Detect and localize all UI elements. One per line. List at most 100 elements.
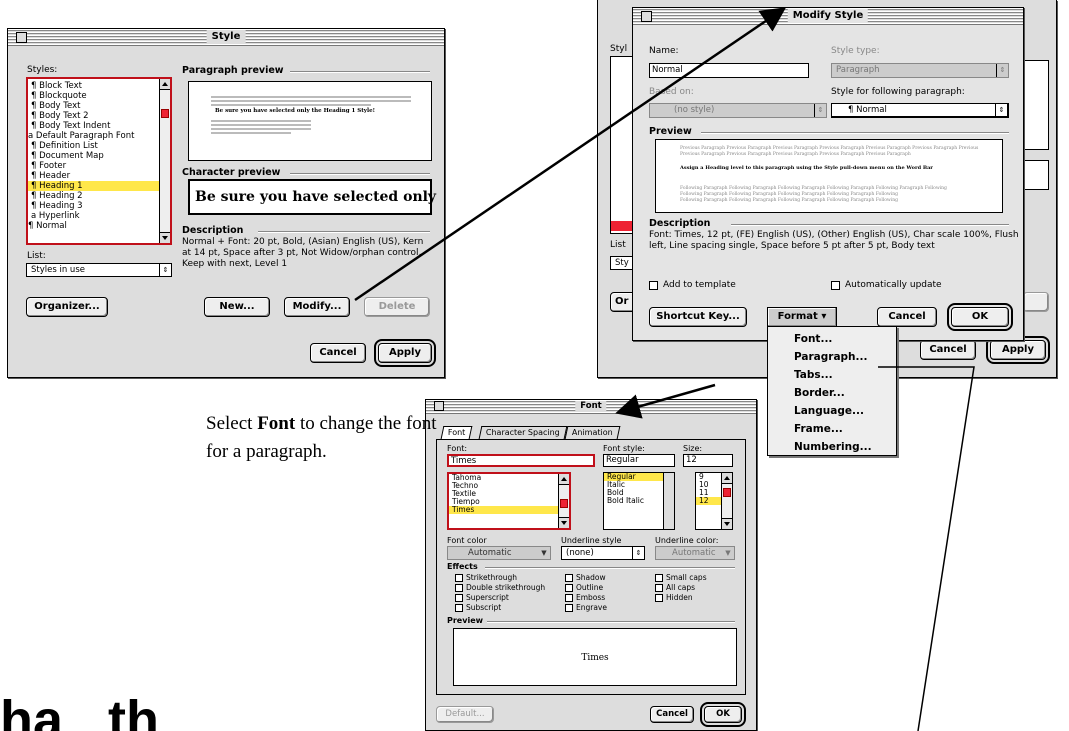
format-menu-item[interactable]: Paragraph... (768, 348, 896, 366)
format-menu-item[interactable]: Tabs... (768, 366, 896, 384)
effect-checkbox[interactable] (565, 604, 573, 612)
font-style-input[interactable]: Regular (603, 454, 675, 467)
scroll-up-arrow-icon[interactable] (160, 79, 170, 90)
size-list[interactable]: 9 10 11 12 (695, 472, 733, 530)
character-preview-text: Be sure you have selected only (195, 189, 437, 205)
style-list-item[interactable]: ¶ Body Text 2 (28, 111, 170, 121)
paragraph-preview-box: Be sure you have selected only the Headi… (188, 81, 432, 161)
style-list-item[interactable]: ¶ Heading 3 (28, 201, 170, 211)
shortcut-key-button[interactable]: Shortcut Key... (649, 307, 747, 327)
modify-ok-button[interactable]: OK (947, 303, 1013, 331)
modify-cancel-button[interactable]: Cancel (877, 307, 937, 327)
tab-animation[interactable]: Animation (564, 426, 621, 439)
scroll-up-arrow-icon[interactable] (559, 474, 569, 485)
font-color-popup[interactable]: Automatic ▼ (447, 546, 551, 560)
add-to-template-checkbox[interactable] (649, 281, 658, 290)
modify-description-label: Description (649, 218, 711, 229)
effect-checkbox[interactable] (655, 584, 663, 592)
effects-grid: Strikethrough Shadow Small caps Double stri… (455, 573, 735, 617)
name-input[interactable]: Normal (649, 63, 809, 78)
based-on-value: (no style) (674, 105, 715, 115)
apply-button[interactable]: Apply (374, 339, 436, 367)
scroll-thumb[interactable] (560, 499, 568, 508)
format-menu-item[interactable]: Font... (768, 330, 896, 348)
font-list[interactable]: Tahoma Techno Textile Tiempo Times (447, 472, 571, 530)
style-list-item[interactable]: ¶ Footer (28, 161, 170, 171)
format-menu-item[interactable]: Language... (768, 402, 896, 420)
style-list-item[interactable]: ¶ Document Map (28, 151, 170, 161)
style-list-item[interactable]: ¶ Blockquote (28, 91, 170, 101)
cancel-button[interactable]: Cancel (310, 343, 366, 363)
organizer-button[interactable]: Organizer... (26, 297, 108, 317)
effect-checkbox[interactable] (455, 574, 463, 582)
style-list-item[interactable]: ¶ Body Text Indent (28, 121, 170, 131)
scroll-up-arrow-icon[interactable] (722, 473, 732, 484)
scroll-down-arrow-icon[interactable] (722, 518, 732, 529)
scroll-thumb[interactable] (723, 488, 731, 497)
effect-checkbox[interactable] (655, 594, 663, 602)
style-list-item[interactable]: ¶ Definition List (28, 141, 170, 151)
close-box-icon[interactable] (641, 11, 652, 22)
based-on-popup[interactable]: (no style) ⇕ (649, 103, 827, 118)
caption-text: Select Font to change the font for a par… (206, 410, 437, 466)
style-list-item[interactable]: a Hyperlink (28, 211, 170, 221)
format-menu-item[interactable]: Frame... (768, 420, 896, 438)
default-button[interactable]: Default... (436, 706, 494, 723)
underline-color-popup[interactable]: Automatic ▼ (655, 546, 735, 560)
close-box-icon[interactable] (16, 32, 27, 43)
new-style-button[interactable]: New... (204, 297, 270, 317)
following-style-popup[interactable]: ¶ Normal ⇕ (831, 103, 1009, 118)
scroll-down-arrow-icon[interactable] (559, 517, 569, 528)
add-to-template-label: Add to template (663, 280, 736, 290)
style-list-item[interactable]: a Default Paragraph Font (28, 131, 170, 141)
font-cancel-button[interactable]: Cancel (650, 706, 694, 723)
underline-style-popup[interactable]: (none) ⇕ (561, 546, 645, 560)
tab-font[interactable]: Font (440, 426, 473, 439)
font-list-scrollbar[interactable] (558, 474, 569, 528)
modify-style-button[interactable]: Modify... (284, 297, 350, 317)
style-list-item[interactable]: ¶ Normal (28, 221, 170, 231)
effect-checkbox[interactable] (565, 574, 573, 582)
font-list-item[interactable]: Times (449, 506, 569, 514)
size-label: Size: (683, 444, 703, 453)
style-list-item[interactable]: ¶ Block Text (28, 81, 170, 91)
list-popup[interactable]: Styles in use ⇕ (26, 263, 172, 277)
effect-checkbox[interactable] (455, 604, 463, 612)
effect-checkbox[interactable] (565, 594, 573, 602)
styles-list[interactable]: ¶ Block Text ¶ Blockquote ¶ Body Text ¶ Bod… (26, 77, 172, 245)
scroll-thumb[interactable] (161, 109, 169, 118)
font-ok-button[interactable]: OK (700, 702, 746, 727)
font-preview-text: Times (581, 653, 609, 663)
modify-description-text: Font: Times, 12 pt, (FE) English (US), (… (649, 230, 1019, 251)
character-preview-box: Be sure you have selected only (188, 179, 436, 215)
font-style-list[interactable]: Regular Italic Bold Bold Italic (603, 472, 675, 530)
effect-checkbox[interactable] (655, 574, 663, 582)
effect-checkbox[interactable] (455, 584, 463, 592)
format-menu-button[interactable]: Format ▾ (767, 307, 837, 327)
scroll-down-arrow-icon[interactable] (160, 232, 170, 243)
format-menu-item[interactable]: Border... (768, 384, 896, 402)
style-dialog-titlebar[interactable]: Style (8, 29, 444, 46)
format-menu-item[interactable]: Numbering... (768, 438, 896, 456)
effect-checkbox[interactable] (565, 584, 573, 592)
style-list-item[interactable]: ¶ Heading 2 (28, 191, 170, 201)
preview-label: Preview (649, 126, 692, 137)
following-style-label: Style for following paragraph: (831, 87, 965, 97)
modify-style-titlebar[interactable]: Modify Style (633, 8, 1023, 25)
size-input[interactable]: 12 (683, 454, 733, 467)
tab-font-label: Font (447, 428, 466, 437)
bg-cancel-button: Cancel (920, 340, 976, 360)
delete-style-button[interactable]: Delete (364, 297, 430, 317)
font-name-input[interactable]: Times (447, 454, 595, 467)
effect-checkbox[interactable] (455, 594, 463, 602)
size-scrollbar[interactable] (721, 473, 732, 529)
tab-character-spacing[interactable]: Character Spacing (478, 426, 568, 439)
styles-scrollbar[interactable] (159, 79, 170, 243)
style-list-item[interactable]: ¶ Header (28, 171, 170, 181)
popup-arrows-icon: ⇕ (632, 547, 644, 559)
format-dropdown-menu[interactable]: Font... Paragraph... Tabs... Border... Langu… (767, 326, 897, 456)
style-list-item[interactable]: ¶ Heading 1 (28, 181, 170, 191)
auto-update-checkbox[interactable] (831, 281, 840, 290)
font-dialog-titlebar[interactable]: Font (426, 400, 756, 414)
style-list-item[interactable]: ¶ Body Text (28, 101, 170, 111)
